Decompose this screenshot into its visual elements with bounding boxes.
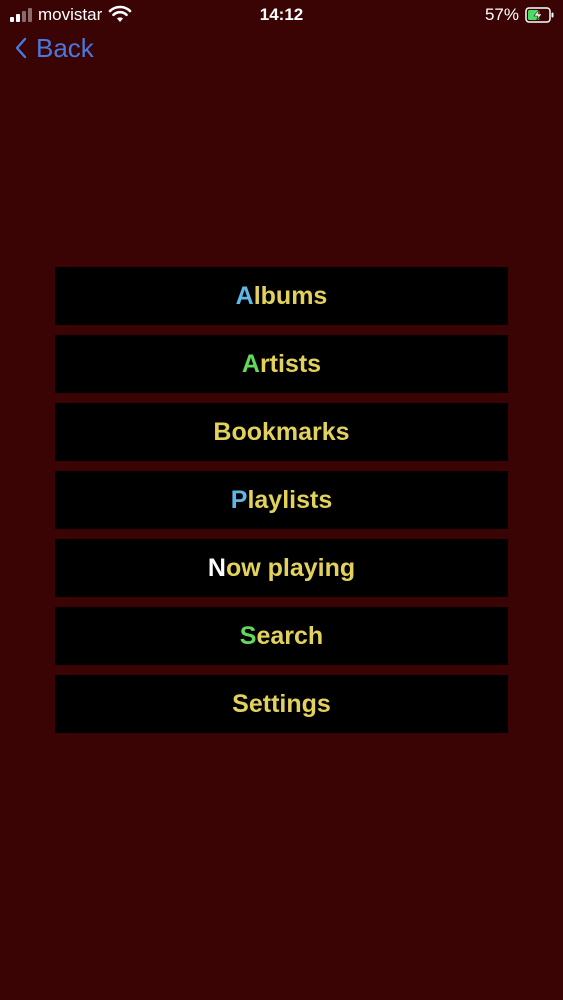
menu-item-initial: B — [213, 417, 232, 446]
menu-item-initial: S — [232, 689, 249, 718]
menu-item-label: lbums — [253, 281, 328, 310]
status-time: 14:12 — [259, 5, 304, 24]
menu-item-label: earch — [256, 621, 324, 650]
menu-item-artists[interactable]: Artists — [55, 335, 508, 393]
menu-item-label: laylists — [247, 485, 333, 514]
menu-item-label: ettings — [248, 689, 331, 718]
menu-item-settings[interactable]: Settings — [55, 675, 508, 733]
menu-item-initial: A — [235, 281, 254, 310]
menu-item-albums[interactable]: Albums — [55, 267, 508, 325]
menu-item-playlists[interactable]: Playlists — [55, 471, 508, 529]
back-button[interactable]: Back — [14, 32, 94, 64]
menu-item-label: ookmarks — [231, 417, 350, 446]
menu-item-initial: A — [241, 349, 260, 378]
menu-item-search[interactable]: Search — [55, 607, 508, 665]
menu-item-label: ow playing — [225, 553, 356, 582]
status-bar: movistar 14:12 57% — [0, 0, 563, 30]
main-menu: Albums Artists Bookmarks Playlists Now p… — [55, 267, 508, 743]
menu-item-now-playing[interactable]: Now playing — [55, 539, 508, 597]
menu-item-initial: S — [239, 621, 257, 650]
menu-item-initial: P — [230, 485, 248, 514]
battery-charging-icon — [525, 7, 554, 23]
menu-item-bookmarks[interactable]: Bookmarks — [55, 403, 508, 461]
menu-item-label: rtists — [259, 349, 322, 378]
chevron-left-icon — [15, 37, 27, 59]
menu-item-initial: N — [207, 553, 226, 582]
back-label: Back — [36, 32, 94, 63]
battery-percent: 57% — [484, 5, 519, 24]
